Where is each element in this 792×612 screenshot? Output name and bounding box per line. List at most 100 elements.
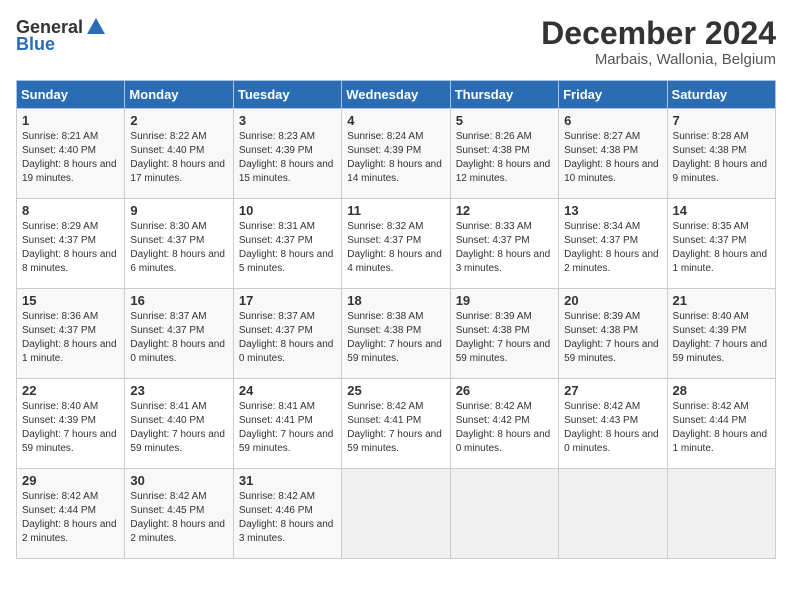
subtitle: Marbais, Wallonia, Belgium bbox=[541, 51, 776, 68]
day-number: 20 bbox=[564, 293, 661, 308]
calendar-cell: 21 Sunrise: 8:40 AMSunset: 4:39 PMDaylig… bbox=[667, 289, 775, 379]
calendar-cell: 7 Sunrise: 8:28 AMSunset: 4:38 PMDayligh… bbox=[667, 109, 775, 199]
calendar-cell bbox=[559, 469, 667, 559]
day-number: 12 bbox=[456, 203, 553, 218]
cell-info: Sunrise: 8:41 AMSunset: 4:41 PMDaylight:… bbox=[239, 401, 334, 454]
calendar-cell: 19 Sunrise: 8:39 AMSunset: 4:38 PMDaylig… bbox=[450, 289, 558, 379]
day-number: 3 bbox=[239, 113, 336, 128]
calendar-cell: 22 Sunrise: 8:40 AMSunset: 4:39 PMDaylig… bbox=[17, 379, 125, 469]
cell-info: Sunrise: 8:27 AMSunset: 4:38 PMDaylight:… bbox=[564, 131, 659, 184]
calendar-week-4: 22 Sunrise: 8:40 AMSunset: 4:39 PMDaylig… bbox=[17, 379, 776, 469]
calendar-cell: 5 Sunrise: 8:26 AMSunset: 4:38 PMDayligh… bbox=[450, 109, 558, 199]
header-wednesday: Wednesday bbox=[342, 81, 450, 109]
day-number: 1 bbox=[22, 113, 119, 128]
day-number: 17 bbox=[239, 293, 336, 308]
day-number: 30 bbox=[130, 473, 227, 488]
cell-info: Sunrise: 8:42 AMSunset: 4:41 PMDaylight:… bbox=[347, 401, 442, 454]
calendar-cell: 16 Sunrise: 8:37 AMSunset: 4:37 PMDaylig… bbox=[125, 289, 233, 379]
cell-info: Sunrise: 8:36 AMSunset: 4:37 PMDaylight:… bbox=[22, 311, 117, 364]
day-number: 25 bbox=[347, 383, 444, 398]
calendar-cell: 17 Sunrise: 8:37 AMSunset: 4:37 PMDaylig… bbox=[233, 289, 341, 379]
day-number: 21 bbox=[673, 293, 770, 308]
calendar-cell bbox=[667, 469, 775, 559]
calendar-cell: 18 Sunrise: 8:38 AMSunset: 4:38 PMDaylig… bbox=[342, 289, 450, 379]
cell-info: Sunrise: 8:30 AMSunset: 4:37 PMDaylight:… bbox=[130, 221, 225, 274]
calendar-cell: 2 Sunrise: 8:22 AMSunset: 4:40 PMDayligh… bbox=[125, 109, 233, 199]
calendar-cell: 25 Sunrise: 8:42 AMSunset: 4:41 PMDaylig… bbox=[342, 379, 450, 469]
calendar-cell bbox=[450, 469, 558, 559]
day-number: 16 bbox=[130, 293, 227, 308]
cell-info: Sunrise: 8:39 AMSunset: 4:38 PMDaylight:… bbox=[564, 311, 659, 364]
calendar-cell: 12 Sunrise: 8:33 AMSunset: 4:37 PMDaylig… bbox=[450, 199, 558, 289]
cell-info: Sunrise: 8:38 AMSunset: 4:38 PMDaylight:… bbox=[347, 311, 442, 364]
cell-info: Sunrise: 8:40 AMSunset: 4:39 PMDaylight:… bbox=[22, 401, 117, 454]
cell-info: Sunrise: 8:21 AMSunset: 4:40 PMDaylight:… bbox=[22, 131, 117, 184]
calendar-cell bbox=[342, 469, 450, 559]
cell-info: Sunrise: 8:26 AMSunset: 4:38 PMDaylight:… bbox=[456, 131, 551, 184]
calendar-cell: 8 Sunrise: 8:29 AMSunset: 4:37 PMDayligh… bbox=[17, 199, 125, 289]
day-number: 4 bbox=[347, 113, 444, 128]
cell-info: Sunrise: 8:31 AMSunset: 4:37 PMDaylight:… bbox=[239, 221, 334, 274]
day-number: 9 bbox=[130, 203, 227, 218]
calendar-cell: 4 Sunrise: 8:24 AMSunset: 4:39 PMDayligh… bbox=[342, 109, 450, 199]
day-number: 2 bbox=[130, 113, 227, 128]
day-number: 31 bbox=[239, 473, 336, 488]
header-saturday: Saturday bbox=[667, 81, 775, 109]
calendar-cell: 1 Sunrise: 8:21 AMSunset: 4:40 PMDayligh… bbox=[17, 109, 125, 199]
calendar-cell: 11 Sunrise: 8:32 AMSunset: 4:37 PMDaylig… bbox=[342, 199, 450, 289]
day-number: 26 bbox=[456, 383, 553, 398]
calendar-week-2: 8 Sunrise: 8:29 AMSunset: 4:37 PMDayligh… bbox=[17, 199, 776, 289]
cell-info: Sunrise: 8:35 AMSunset: 4:37 PMDaylight:… bbox=[673, 221, 768, 274]
calendar-week-1: 1 Sunrise: 8:21 AMSunset: 4:40 PMDayligh… bbox=[17, 109, 776, 199]
day-number: 28 bbox=[673, 383, 770, 398]
logo: General Blue bbox=[16, 16, 109, 55]
calendar-cell: 13 Sunrise: 8:34 AMSunset: 4:37 PMDaylig… bbox=[559, 199, 667, 289]
calendar-cell: 24 Sunrise: 8:41 AMSunset: 4:41 PMDaylig… bbox=[233, 379, 341, 469]
cell-info: Sunrise: 8:42 AMSunset: 4:44 PMDaylight:… bbox=[22, 491, 117, 544]
day-number: 7 bbox=[673, 113, 770, 128]
header-monday: Monday bbox=[125, 81, 233, 109]
day-number: 15 bbox=[22, 293, 119, 308]
day-number: 19 bbox=[456, 293, 553, 308]
cell-info: Sunrise: 8:23 AMSunset: 4:39 PMDaylight:… bbox=[239, 131, 334, 184]
calendar-cell: 31 Sunrise: 8:42 AMSunset: 4:46 PMDaylig… bbox=[233, 469, 341, 559]
cell-info: Sunrise: 8:37 AMSunset: 4:37 PMDaylight:… bbox=[130, 311, 225, 364]
calendar-cell: 27 Sunrise: 8:42 AMSunset: 4:43 PMDaylig… bbox=[559, 379, 667, 469]
day-number: 13 bbox=[564, 203, 661, 218]
day-number: 24 bbox=[239, 383, 336, 398]
day-number: 14 bbox=[673, 203, 770, 218]
calendar-cell: 6 Sunrise: 8:27 AMSunset: 4:38 PMDayligh… bbox=[559, 109, 667, 199]
day-number: 5 bbox=[456, 113, 553, 128]
logo-icon bbox=[85, 16, 107, 38]
calendar-cell: 26 Sunrise: 8:42 AMSunset: 4:42 PMDaylig… bbox=[450, 379, 558, 469]
cell-info: Sunrise: 8:32 AMSunset: 4:37 PMDaylight:… bbox=[347, 221, 442, 274]
calendar-cell: 9 Sunrise: 8:30 AMSunset: 4:37 PMDayligh… bbox=[125, 199, 233, 289]
cell-info: Sunrise: 8:24 AMSunset: 4:39 PMDaylight:… bbox=[347, 131, 442, 184]
cell-info: Sunrise: 8:22 AMSunset: 4:40 PMDaylight:… bbox=[130, 131, 225, 184]
cell-info: Sunrise: 8:42 AMSunset: 4:43 PMDaylight:… bbox=[564, 401, 659, 454]
day-number: 27 bbox=[564, 383, 661, 398]
header-tuesday: Tuesday bbox=[233, 81, 341, 109]
cell-info: Sunrise: 8:42 AMSunset: 4:44 PMDaylight:… bbox=[673, 401, 768, 454]
cell-info: Sunrise: 8:29 AMSunset: 4:37 PMDaylight:… bbox=[22, 221, 117, 274]
cell-info: Sunrise: 8:42 AMSunset: 4:42 PMDaylight:… bbox=[456, 401, 551, 454]
calendar-week-5: 29 Sunrise: 8:42 AMSunset: 4:44 PMDaylig… bbox=[17, 469, 776, 559]
day-number: 29 bbox=[22, 473, 119, 488]
cell-info: Sunrise: 8:33 AMSunset: 4:37 PMDaylight:… bbox=[456, 221, 551, 274]
page-header: General Blue December 2024 Marbais, Wall… bbox=[16, 16, 776, 68]
calendar-cell: 15 Sunrise: 8:36 AMSunset: 4:37 PMDaylig… bbox=[17, 289, 125, 379]
day-number: 8 bbox=[22, 203, 119, 218]
calendar-cell: 14 Sunrise: 8:35 AMSunset: 4:37 PMDaylig… bbox=[667, 199, 775, 289]
calendar-cell: 29 Sunrise: 8:42 AMSunset: 4:44 PMDaylig… bbox=[17, 469, 125, 559]
calendar-week-3: 15 Sunrise: 8:36 AMSunset: 4:37 PMDaylig… bbox=[17, 289, 776, 379]
calendar-cell: 3 Sunrise: 8:23 AMSunset: 4:39 PMDayligh… bbox=[233, 109, 341, 199]
day-number: 22 bbox=[22, 383, 119, 398]
cell-info: Sunrise: 8:42 AMSunset: 4:46 PMDaylight:… bbox=[239, 491, 334, 544]
calendar-header-row: Sunday Monday Tuesday Wednesday Thursday… bbox=[17, 81, 776, 109]
header-thursday: Thursday bbox=[450, 81, 558, 109]
day-number: 11 bbox=[347, 203, 444, 218]
header-friday: Friday bbox=[559, 81, 667, 109]
logo-blue: Blue bbox=[16, 34, 55, 55]
calendar-cell: 23 Sunrise: 8:41 AMSunset: 4:40 PMDaylig… bbox=[125, 379, 233, 469]
cell-info: Sunrise: 8:42 AMSunset: 4:45 PMDaylight:… bbox=[130, 491, 225, 544]
